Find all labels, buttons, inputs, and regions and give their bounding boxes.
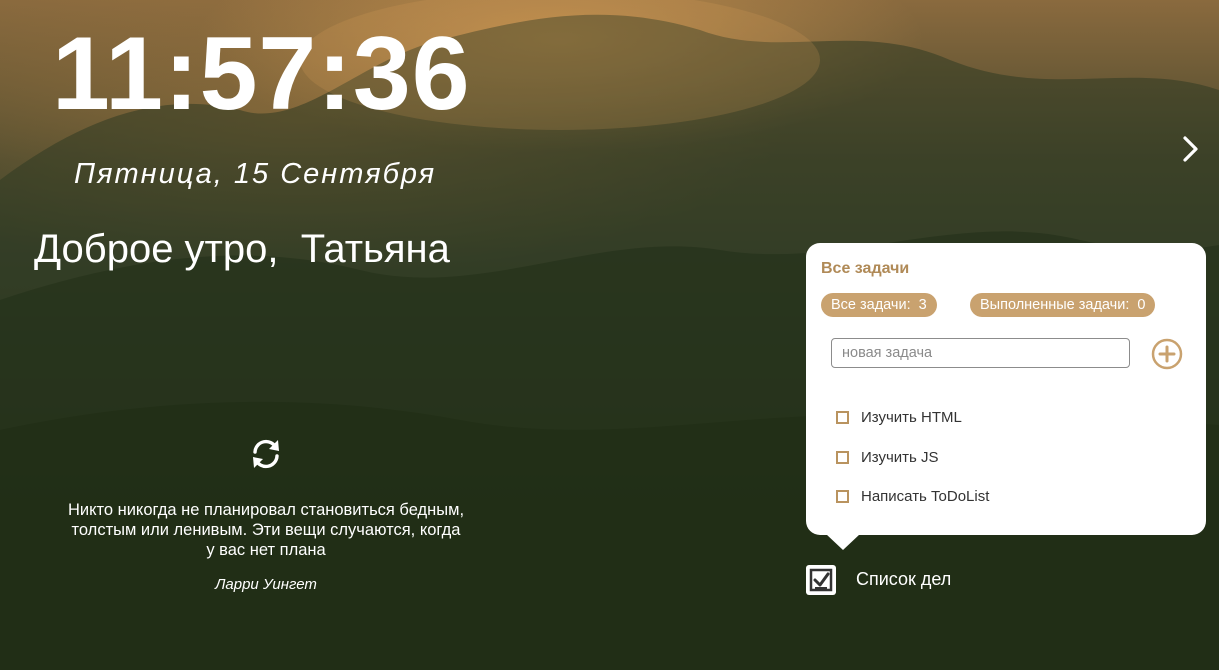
- greeting-text: Доброе утро, Татьяна: [34, 227, 450, 271]
- todo-panel-pointer: [826, 534, 860, 550]
- done-tasks-label: Выполненные задачи:: [980, 297, 1130, 313]
- task-item[interactable]: Написать ToDoList: [836, 486, 989, 506]
- checklist-icon: [809, 568, 833, 592]
- todo-toggle-label[interactable]: Список дел: [856, 569, 951, 590]
- next-background-button[interactable]: [1176, 132, 1206, 166]
- task-checkbox[interactable]: [836, 410, 849, 424]
- task-label: Изучить HTML: [861, 408, 962, 426]
- todo-toggle-button[interactable]: [806, 565, 836, 595]
- task-item[interactable]: Изучить JS: [836, 447, 939, 467]
- add-task-button[interactable]: [1151, 338, 1183, 370]
- date-text: Пятница, 15 Сентября: [74, 158, 437, 190]
- refresh-quote-button[interactable]: [247, 435, 285, 473]
- done-tasks-badge[interactable]: Выполненные задачи: 0: [970, 293, 1156, 317]
- task-item[interactable]: Изучить HTML: [836, 407, 962, 427]
- all-tasks-count: 3: [918, 297, 927, 313]
- chevron-right-icon: [1183, 136, 1198, 162]
- refresh-icon: [253, 439, 279, 469]
- new-task-input[interactable]: [831, 338, 1130, 368]
- all-tasks-badge[interactable]: Все задачи: 3: [821, 293, 937, 317]
- clock: 11:57:36: [52, 16, 471, 132]
- task-label: Изучить JS: [861, 448, 939, 466]
- task-checkbox[interactable]: [836, 450, 849, 464]
- todo-panel: Все задачи Все задачи: 3 Выполненные зада…: [806, 243, 1206, 535]
- task-label: Написать ToDoList: [861, 487, 990, 505]
- quote-text: Никто никогда не планировал становиться …: [67, 501, 465, 559]
- quote-author: Ларри Уингет: [215, 576, 317, 593]
- task-checkbox[interactable]: [836, 489, 849, 503]
- plus-circle-icon: [1151, 338, 1183, 370]
- todo-title: Все задачи: [821, 260, 910, 277]
- done-tasks-count: 0: [1137, 297, 1146, 313]
- all-tasks-label: Все задачи:: [831, 297, 911, 313]
